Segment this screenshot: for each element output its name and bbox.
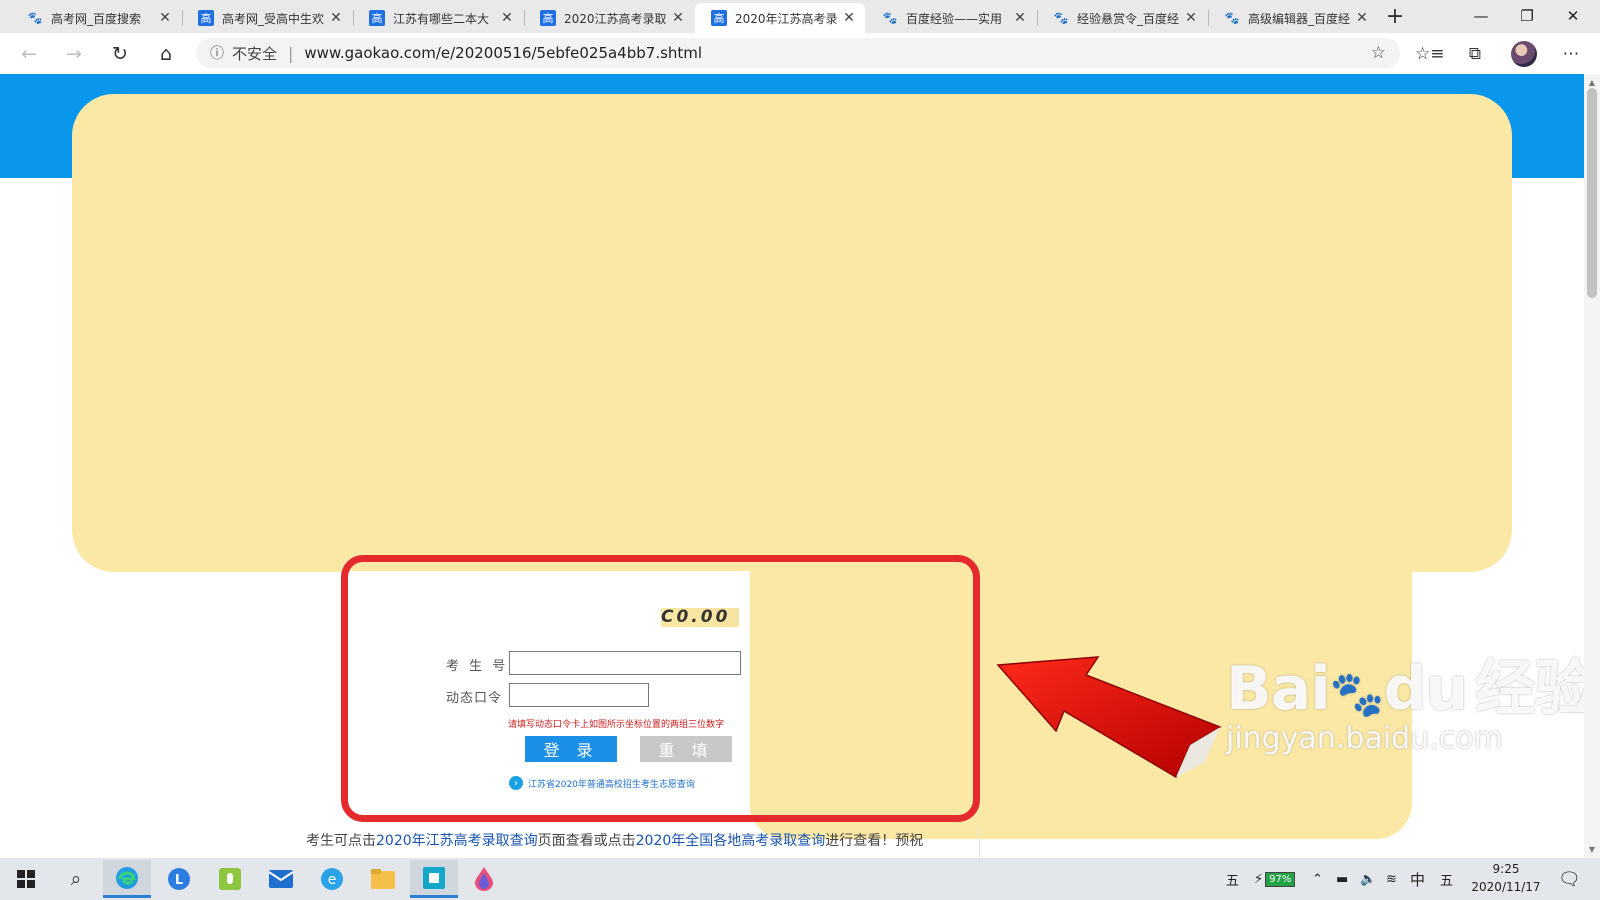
new-tab-button[interactable]: + [1382, 4, 1408, 30]
red-arrow-icon [996, 656, 1222, 779]
close-window-icon[interactable]: ✕ [1550, 0, 1596, 33]
highlight-overlay [72, 94, 1512, 572]
tab-close-icon[interactable]: ✕ [1012, 10, 1028, 26]
national-query-link[interactable]: 2020年全国各地高考录取查询 [636, 833, 826, 849]
ime-mode-indicator[interactable]: 五 [1440, 858, 1453, 900]
browser-tab[interactable]: 高江苏有哪些二本大 ✕ [353, 3, 523, 33]
browser-tab[interactable]: 🐾 经验悬赏令_百度经 ✕ [1037, 3, 1207, 33]
volume-icon[interactable]: 🔈 [1360, 858, 1376, 900]
browser-tab[interactable]: 🐾 百度经验——实用 ✕ [866, 3, 1036, 33]
collections-icon[interactable]: ⧉ [1461, 40, 1489, 68]
watermark-brand-cn: 经验 [1475, 654, 1594, 724]
language-indicator[interactable]: 中 [1410, 858, 1425, 900]
l-app-icon[interactable]: L [155, 860, 203, 898]
minimize-icon[interactable]: — [1458, 0, 1504, 33]
watermark-brand-2: du [1383, 654, 1469, 724]
more-menu-icon[interactable]: ⋯ [1557, 40, 1585, 68]
browser-tab[interactable]: 高 2020江苏高考录取 ✕ [524, 3, 694, 33]
scrollbar-thumb[interactable] [1587, 88, 1597, 298]
jiangsu-query-link[interactable]: 2020年江苏高考录取查询 [376, 833, 538, 849]
security-label: 不安全 [232, 44, 278, 63]
address-separator: | [288, 43, 294, 63]
tab-title: 高考网_受高中生欢 [222, 11, 325, 26]
power-icon: ⚡ [1254, 871, 1264, 887]
tab-title: 2020年江苏高考录 [735, 11, 838, 26]
baidu-paw-icon: 🐾 [882, 11, 898, 25]
tab-title: 高考网_百度搜索 [51, 11, 142, 26]
scroll-down-icon[interactable]: ▼ [1584, 843, 1600, 857]
clock-date: 2020/11/17 [1471, 880, 1541, 894]
browser-tab[interactable]: 🐾 高考网_百度搜索 ✕ [11, 3, 181, 33]
gaokao-favicon: 高 [540, 10, 556, 26]
ime-indicator[interactable]: 五 [1226, 858, 1239, 900]
tab-close-icon[interactable]: ✕ [841, 10, 857, 26]
paw-icon: 🐾 [1329, 669, 1385, 720]
address-bar[interactable]: ⓘ 不安全 | www.gaokao.com/e/20200516/5ebfe0… [196, 38, 1400, 68]
tab-close-icon[interactable]: ✕ [1354, 10, 1370, 26]
gaokao-favicon: 高 [711, 10, 727, 26]
clock[interactable]: 9:25 2020/11/17 [1462, 860, 1550, 896]
browser-tab[interactable]: 高高考网_受高中生欢 ✕ [182, 3, 352, 33]
avatar[interactable] [1511, 41, 1537, 67]
ie-browser-icon[interactable]: e [308, 860, 356, 898]
teal-app-icon[interactable] [410, 860, 458, 898]
watermark-brand-1: Bai [1226, 654, 1331, 724]
gaokao-favicon: 高 [369, 10, 385, 26]
article-text-1: 考生可点击 [306, 833, 376, 849]
article-text: 考生可点击2020年江苏高考录取查询页面查看或点击2020年全国各地高考录取查询… [306, 830, 923, 850]
refresh-icon[interactable]: ↻ [106, 40, 134, 68]
tab-title: 经验悬赏令_百度经 [1077, 11, 1180, 26]
tab-close-icon[interactable]: ✕ [499, 10, 515, 26]
tab-close-icon[interactable]: ✕ [328, 10, 344, 26]
restore-icon[interactable]: ❐ [1504, 0, 1550, 33]
drop-app-icon[interactable] [460, 860, 508, 898]
info-icon[interactable]: ⓘ [210, 43, 224, 63]
gaokao-favicon: 高 [198, 10, 214, 26]
baidu-paw-icon: 🐾 [27, 11, 43, 25]
edge-browser-icon[interactable] [103, 860, 151, 898]
favorites-list-icon[interactable]: ☆≡ [1415, 40, 1444, 68]
browser-tab-active[interactable]: 高 2020年江苏高考录 ✕ [695, 3, 865, 33]
browser-tab[interactable]: 🐾 高级编辑器_百度经 ✕ [1208, 3, 1378, 33]
wifi-icon[interactable]: ≋ [1386, 858, 1397, 900]
green-app-icon[interactable] [206, 860, 254, 898]
home-icon[interactable]: ⌂ [152, 40, 180, 68]
battery-icon[interactable]: ▬ [1336, 858, 1348, 900]
tab-close-icon[interactable]: ✕ [157, 10, 173, 26]
tab-separator [182, 10, 183, 26]
article-text-2: 页面查看或点击 [537, 833, 636, 849]
url-text[interactable]: www.gaokao.com/e/20200516/5ebfe025a4bb7.… [304, 44, 1370, 62]
file-explorer-icon[interactable] [359, 860, 407, 898]
baidu-paw-icon: 🐾 [1053, 11, 1069, 25]
favorite-star-icon[interactable]: ☆ [1371, 43, 1386, 63]
search-icon[interactable]: ⌕ [52, 860, 100, 898]
notification-icon[interactable]: 🗨 [1558, 858, 1581, 900]
tab-separator [524, 10, 525, 26]
back-icon[interactable]: ← [15, 40, 43, 68]
windows-start-icon[interactable] [2, 860, 50, 898]
tab-separator [1037, 10, 1038, 26]
tab-title: 江苏有哪些二本大 [393, 11, 490, 26]
highlight-frame [341, 555, 980, 822]
tab-separator [1208, 10, 1209, 26]
tab-close-icon[interactable]: ✕ [670, 10, 686, 26]
tab-close-icon[interactable]: ✕ [1183, 10, 1199, 26]
article-text-3: 进行查看！预祝 [825, 833, 924, 849]
svg-text:L: L [175, 873, 183, 888]
battery-indicator[interactable]: ⚡ 97% [1254, 858, 1296, 900]
svg-text:e: e [328, 872, 337, 888]
chevron-up-icon[interactable]: ⌃ [1312, 858, 1323, 900]
tab-title: 高级编辑器_百度经 [1248, 11, 1351, 26]
tab-separator [353, 10, 354, 26]
clock-time: 9:25 [1492, 862, 1520, 876]
tab-title: 2020江苏高考录取 [564, 11, 667, 26]
tab-title: 百度经验——实用 [906, 11, 1003, 26]
forward-icon[interactable]: → [60, 40, 88, 68]
baidu-paw-icon: 🐾 [1224, 11, 1240, 25]
mail-icon[interactable] [257, 860, 305, 898]
battery-percent: 97% [1265, 871, 1296, 887]
column-divider [979, 826, 980, 858]
baidu-watermark: Bai🐾du 经验 jingyan.baidu.com [1226, 640, 1594, 756]
